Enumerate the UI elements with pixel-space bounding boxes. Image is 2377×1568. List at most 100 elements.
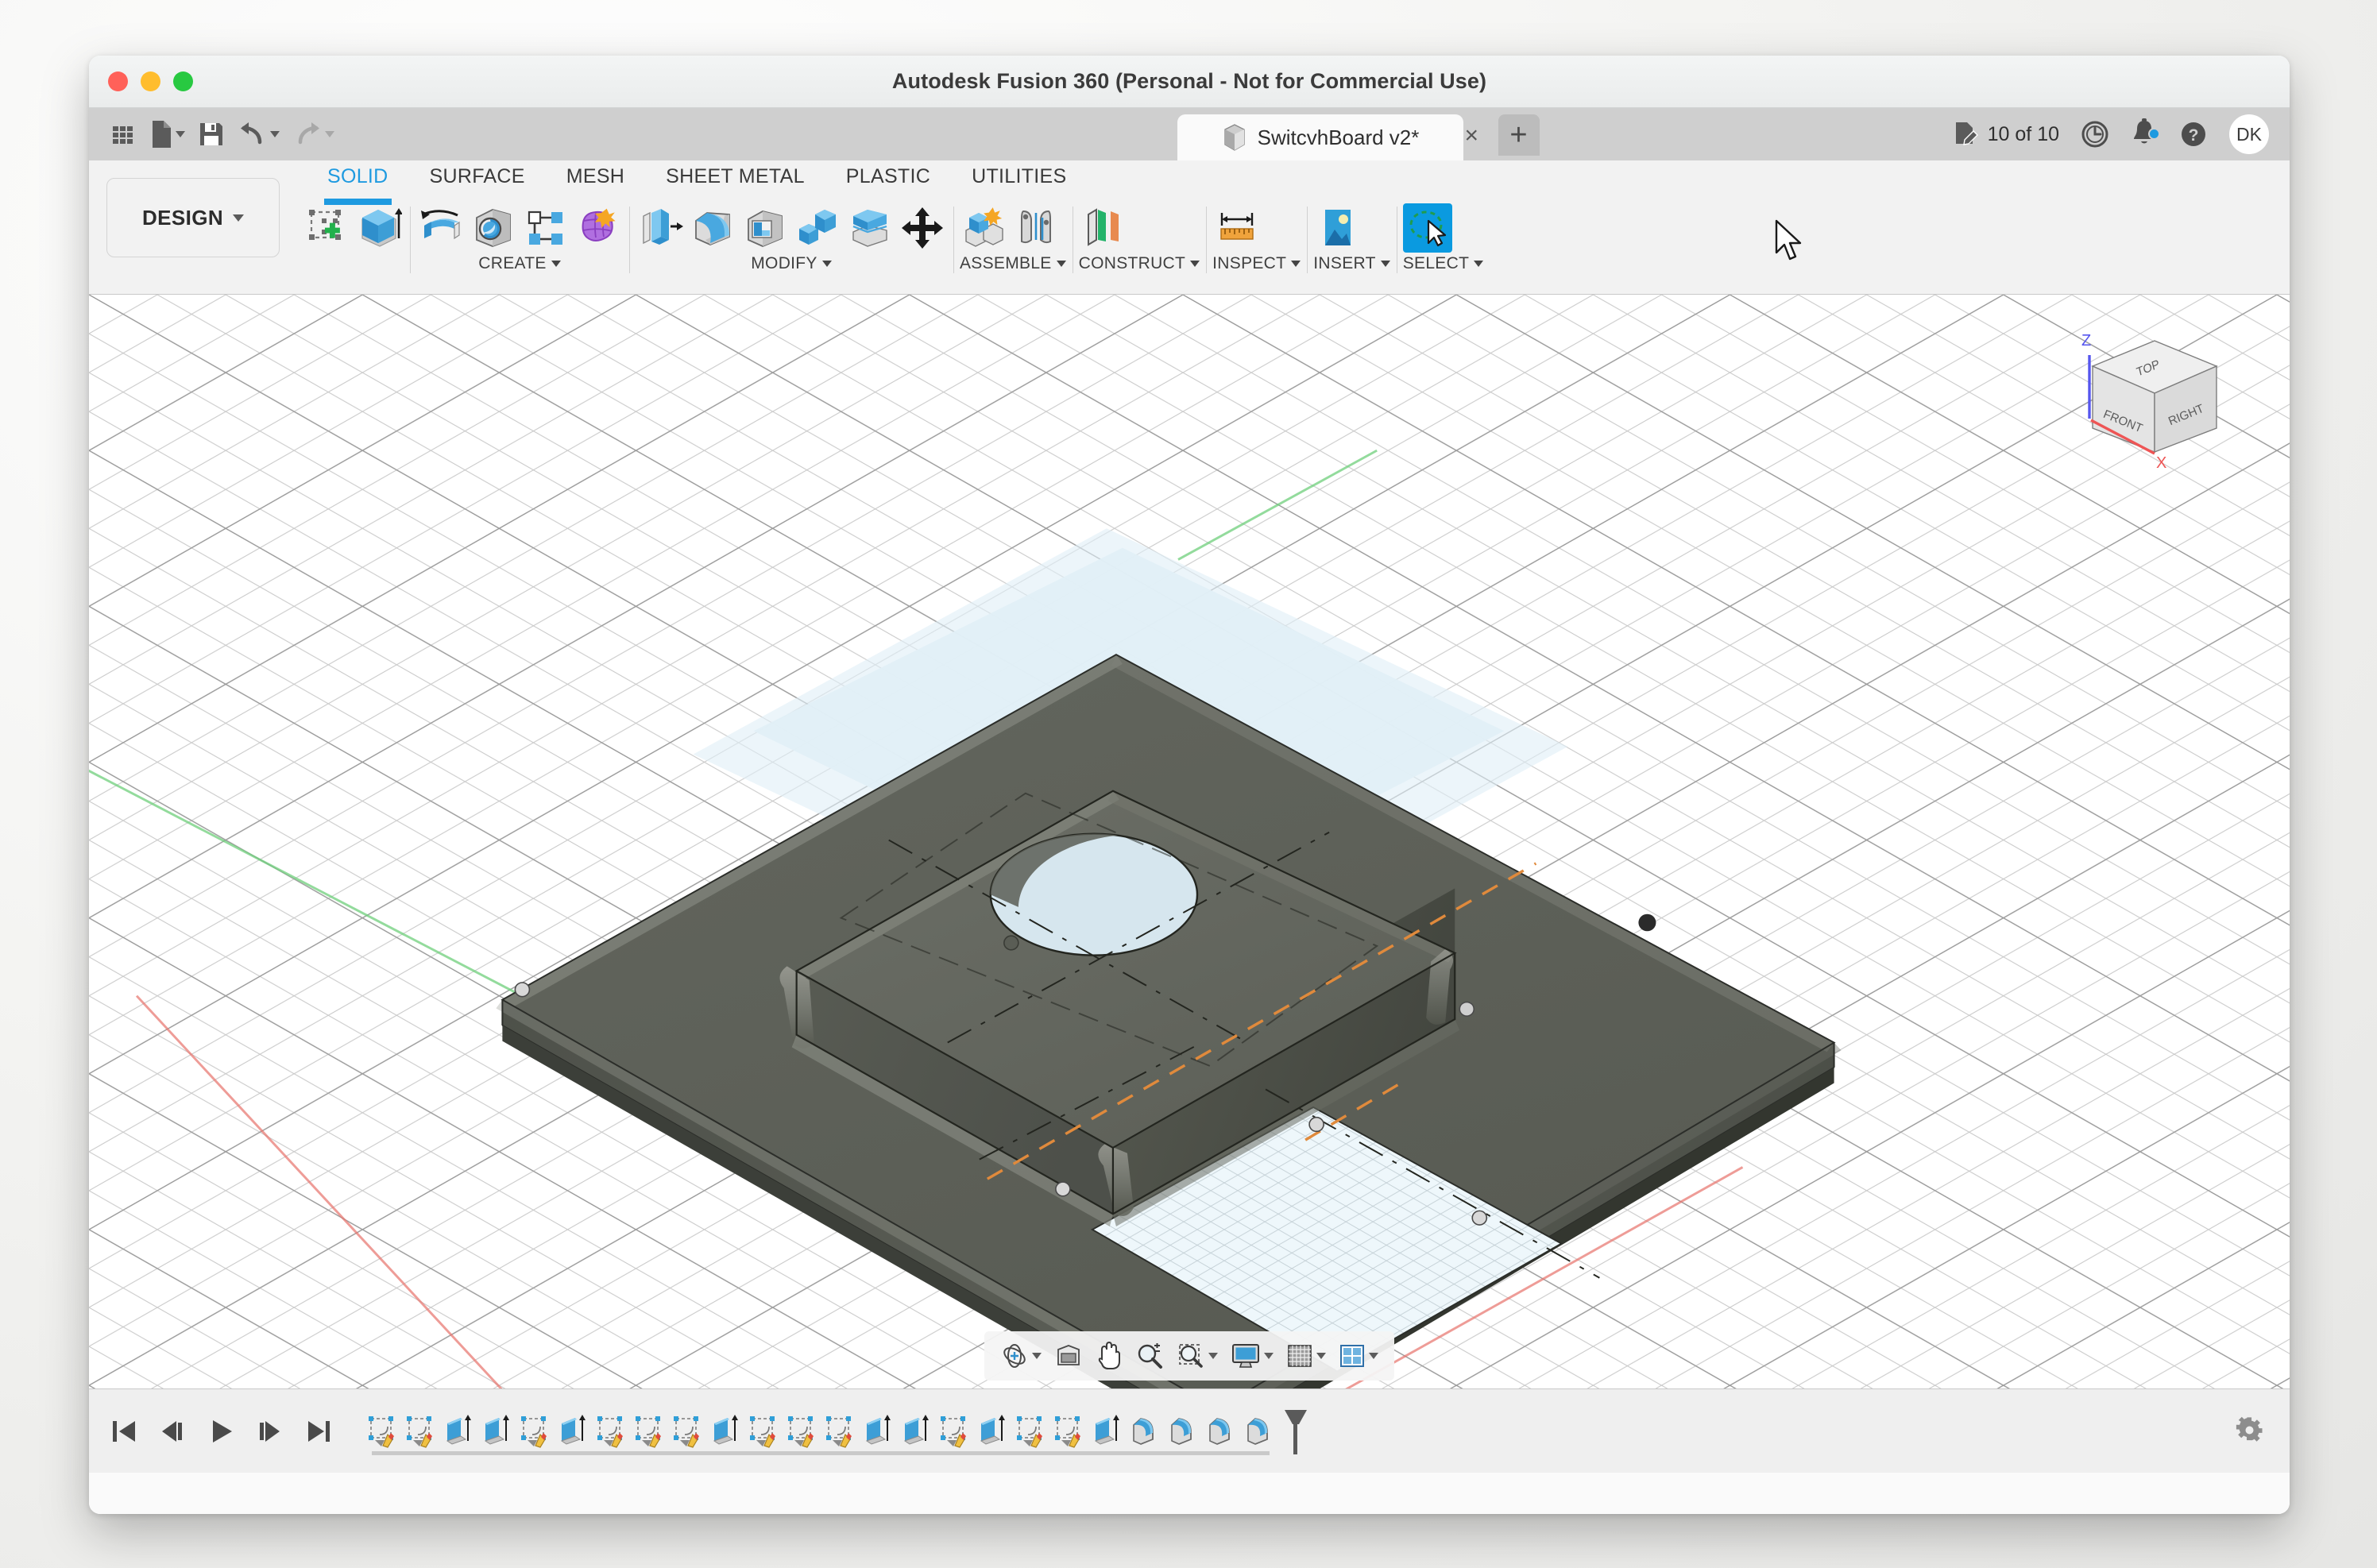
timeline-feature-sketch[interactable] — [783, 1412, 819, 1451]
viewports-button[interactable] — [1334, 1343, 1383, 1369]
grid-snap-button[interactable] — [1281, 1343, 1331, 1369]
timeline-feature-extrude[interactable] — [1088, 1412, 1124, 1451]
ribbon-tab-sheet-metal[interactable]: SHEET METAL — [645, 165, 825, 202]
display-settings-button[interactable] — [1226, 1342, 1278, 1369]
viewport-3d[interactable]: TOP FRONT RIGHT Z X — [89, 295, 2290, 1388]
orbit-button[interactable] — [995, 1342, 1046, 1370]
ribbon-panel-modify-label[interactable]: MODIFY — [636, 254, 947, 273]
timeline-settings-button[interactable] — [2234, 1413, 2266, 1449]
workspace-switcher-button[interactable]: DESIGN — [106, 178, 280, 257]
timeline-feature-fillet[interactable] — [1165, 1412, 1200, 1451]
timeline-feature-sketch[interactable] — [1050, 1412, 1086, 1451]
notifications-button[interactable] — [2131, 118, 2160, 152]
ribbon-tab-plastic[interactable]: PLASTIC — [825, 165, 951, 202]
timeline-feature-fillet[interactable] — [1127, 1412, 1162, 1451]
joint-button[interactable] — [1012, 203, 1061, 253]
sketch-plus-icon — [309, 210, 341, 240]
timeline-feature-sketch[interactable] — [821, 1412, 857, 1451]
ribbon-tab-mesh[interactable]: MESH — [546, 165, 645, 202]
pan-button[interactable] — [1091, 1342, 1127, 1370]
ribbon-tab-utilities[interactable]: UTILITIES — [951, 165, 1087, 202]
play-button[interactable] — [208, 1418, 235, 1445]
ribbon-main: SOLID SURFACE MESH SHEET METAL PLASTIC U… — [280, 160, 2290, 294]
timeline-feature-sketch[interactable] — [402, 1412, 438, 1451]
panel-inspect-text: INSPECT — [1212, 254, 1287, 272]
timeline-feature-sketch[interactable] — [364, 1412, 400, 1451]
zoom-window-button[interactable] — [1172, 1342, 1223, 1370]
undo-icon — [241, 122, 262, 145]
timeline-feature-fillet[interactable] — [1241, 1412, 1277, 1451]
notification-badge — [2148, 127, 2160, 140]
combine-button[interactable] — [793, 203, 842, 253]
timeline-feature-sketch[interactable] — [516, 1412, 552, 1451]
go-to-end-button[interactable] — [305, 1418, 334, 1445]
select-tool-button[interactable] — [1402, 203, 1452, 253]
timeline-feature-extrude[interactable] — [555, 1412, 590, 1451]
ribbon-tab-surface[interactable]: SURFACE — [409, 165, 546, 202]
new-component-button[interactable] — [960, 203, 1009, 253]
ribbon-panel-select-label[interactable]: SELECT — [1403, 254, 1484, 273]
file-menu-button[interactable] — [145, 116, 190, 153]
timeline-end-marker[interactable] — [1278, 1407, 1313, 1456]
ribbon-panel-construct-label[interactable]: CONSTRUCT — [1079, 254, 1200, 273]
timeline-feature-extrude[interactable] — [860, 1412, 895, 1451]
press-pull-button[interactable] — [636, 203, 685, 253]
timeline-feature-sketch[interactable] — [936, 1412, 972, 1451]
ribbon-panel-insert-label[interactable]: INSERT — [1313, 254, 1390, 273]
image-icon — [1325, 210, 1351, 245]
new-tab-button[interactable]: + — [1498, 114, 1540, 156]
timeline-playback-controls — [110, 1418, 334, 1445]
extrude-button[interactable] — [354, 203, 404, 253]
redo-button[interactable] — [288, 118, 339, 151]
timeline-feature-extrude[interactable] — [974, 1412, 1010, 1451]
job-status[interactable]: 10 of 10 — [1953, 120, 2059, 149]
user-avatar[interactable]: DK — [2229, 114, 2269, 154]
undo-button[interactable] — [233, 118, 284, 151]
ribbon-tab-solid[interactable]: SOLID — [307, 165, 409, 205]
insert-image-button[interactable] — [1313, 203, 1362, 253]
close-tab-button[interactable]: × — [1465, 124, 1479, 148]
timeline-feature-fillet[interactable] — [1203, 1412, 1239, 1451]
measure-button[interactable] — [1212, 203, 1262, 253]
timeline-feature-sketch[interactable] — [631, 1412, 667, 1451]
fillet-button[interactable] — [688, 203, 737, 253]
zoom-button[interactable] — [1131, 1342, 1169, 1370]
ribbon-panel-modify: MODIFY — [629, 202, 953, 294]
step-back-button[interactable] — [159, 1418, 187, 1445]
go-to-beginning-button[interactable] — [110, 1418, 138, 1445]
help-icon[interactable]: ? — [2178, 119, 2209, 149]
move-copy-button[interactable] — [898, 203, 947, 253]
timeline-feature-extrude[interactable] — [707, 1412, 743, 1451]
timeline — [89, 1388, 2290, 1473]
document-tab[interactable]: SwitcvhBoard v2* — [1177, 114, 1463, 160]
save-button[interactable] — [193, 118, 230, 151]
create-sketch-button[interactable] — [302, 203, 351, 253]
ribbon-panel-assemble-label[interactable]: ASSEMBLE — [960, 254, 1066, 273]
ribbon-panel-create-label[interactable]: CREATE — [416, 254, 623, 273]
timeline-track[interactable] — [364, 1389, 1313, 1473]
timeline-feature-extrude[interactable] — [898, 1412, 933, 1451]
timeline-feature-list — [364, 1412, 1277, 1451]
split-face-button[interactable] — [845, 203, 895, 253]
timeline-feature-extrude[interactable] — [440, 1412, 476, 1451]
hole-button[interactable] — [469, 203, 518, 253]
step-forward-button[interactable] — [256, 1418, 284, 1445]
show-data-panel-button[interactable] — [103, 117, 141, 152]
look-at-button[interactable] — [1049, 1343, 1088, 1369]
panel-create-text: CREATE — [478, 254, 547, 272]
revolve-button[interactable] — [416, 203, 466, 253]
timeline-feature-sketch[interactable] — [593, 1412, 628, 1451]
timeline-feature-extrude[interactable] — [478, 1412, 514, 1451]
timeline-feature-sketch[interactable] — [1012, 1412, 1048, 1451]
chevron-down-icon — [233, 214, 245, 222]
quick-access-toolbar — [89, 108, 350, 160]
view-cube[interactable]: TOP FRONT RIGHT Z X — [2061, 317, 2244, 484]
offset-plane-button[interactable] — [1079, 203, 1128, 253]
clock-icon[interactable] — [2080, 119, 2110, 149]
create-form-button[interactable] — [574, 203, 623, 253]
ribbon-panel-inspect-label[interactable]: INSPECT — [1212, 254, 1301, 273]
timeline-feature-sketch[interactable] — [745, 1412, 781, 1451]
timeline-feature-sketch[interactable] — [669, 1412, 705, 1451]
shell-button[interactable] — [740, 203, 790, 253]
pattern-button[interactable] — [521, 203, 570, 253]
